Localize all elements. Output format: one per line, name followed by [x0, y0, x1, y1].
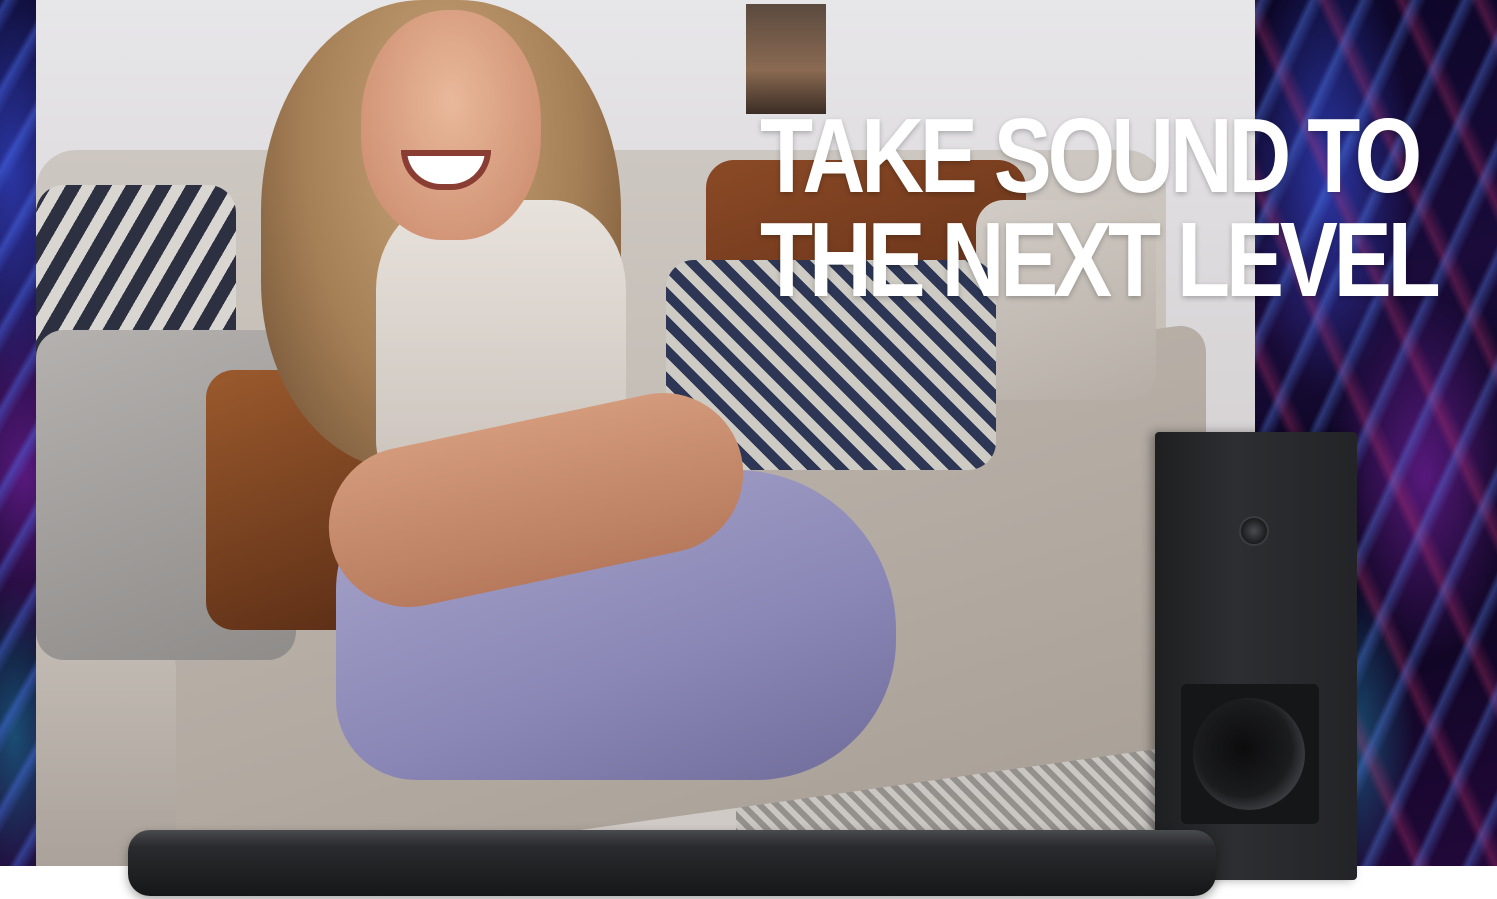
headline-line-1: TAKE SOUND TO	[760, 97, 1422, 215]
brand-logo-icon	[1239, 516, 1269, 546]
headline: TAKE SOUND TO THE NEXT LEVEL	[760, 97, 1441, 319]
soundbar-product	[128, 830, 1216, 896]
woman-face	[361, 10, 541, 240]
subwoofer-port	[1181, 684, 1319, 824]
abstract-swirl-background-left	[0, 0, 36, 866]
subwoofer-product	[1155, 432, 1357, 880]
headline-line-2: THE NEXT LEVEL	[760, 201, 1441, 319]
speaker-cone-icon	[1193, 698, 1305, 810]
hero-banner: TAKE SOUND TO THE NEXT LEVEL	[0, 0, 1497, 899]
